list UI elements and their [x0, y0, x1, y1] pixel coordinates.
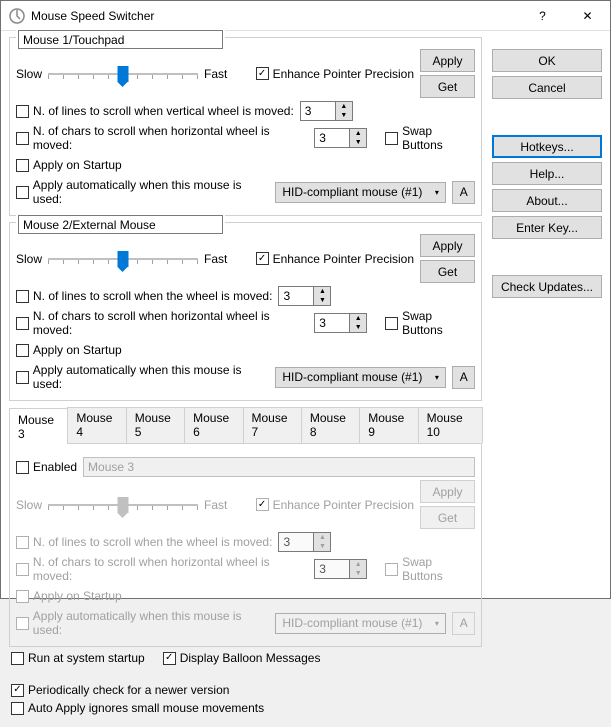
a-button[interactable]: A: [452, 181, 475, 204]
apply-button[interactable]: Apply: [420, 234, 475, 257]
lines-spinner: ▲▼: [278, 532, 331, 552]
speed-slider[interactable]: [48, 64, 198, 84]
lines-checkbox[interactable]: N. of lines to scroll when the wheel is …: [16, 289, 272, 303]
footer: Run at system startup Display Balloon Me…: [9, 647, 482, 701]
speed-slider: [48, 495, 198, 515]
down-arrow-icon: ▼: [336, 111, 352, 120]
enhance-precision-checkbox[interactable]: Enhance Pointer Precision: [256, 67, 414, 81]
get-button: Get: [420, 506, 475, 529]
device-combo[interactable]: HID-compliant mouse (#1)▾: [275, 367, 446, 388]
lines-spinner[interactable]: ▲▼: [300, 101, 353, 121]
tab-mouse4[interactable]: Mouse 4: [67, 407, 126, 443]
tab-mouse10[interactable]: Mouse 10: [418, 407, 483, 443]
tab-mouse5[interactable]: Mouse 5: [126, 407, 185, 443]
apply-startup-checkbox[interactable]: Apply on Startup: [16, 343, 122, 357]
slow-label: Slow: [16, 67, 42, 81]
lines-spinner[interactable]: ▲▼: [278, 286, 331, 306]
apply-startup-checkbox[interactable]: Apply on Startup: [16, 158, 122, 172]
mouse-tabs: Mouse 3 Mouse 4 Mouse 5 Mouse 6 Mouse 7 …: [9, 407, 482, 444]
apply-button: Apply: [420, 480, 475, 503]
get-button[interactable]: Get: [420, 260, 475, 283]
close-button[interactable]: ✕: [565, 1, 610, 31]
help-button[interactable]: ?: [520, 1, 565, 31]
mouse-name-input: [83, 457, 475, 477]
chars-spinner: ▲▼: [314, 559, 367, 579]
a-button: A: [452, 612, 475, 635]
chevron-down-icon: ▾: [428, 188, 445, 197]
get-button[interactable]: Get: [420, 75, 475, 98]
tab-mouse9[interactable]: Mouse 9: [359, 407, 418, 443]
window-title: Mouse Speed Switcher: [31, 9, 520, 23]
check-updates-button[interactable]: Check Updates...: [492, 275, 602, 298]
chars-checkbox: N. of chars to scroll when horizontal wh…: [16, 555, 308, 583]
autoapply-checkbox[interactable]: Auto Apply ignores small mouse movements: [11, 701, 264, 715]
main-window: Mouse Speed Switcher ? ✕ Slow Fast: [0, 0, 611, 599]
mouse1-name-input[interactable]: [18, 30, 223, 49]
hotkeys-button[interactable]: Hotkeys...: [492, 135, 602, 158]
help-button[interactable]: Help...: [492, 162, 602, 185]
mouse2-group: Slow Fast Enhance Pointer Precision Appl…: [9, 222, 482, 401]
run-startup-checkbox[interactable]: Run at system startup: [11, 651, 145, 665]
swap-buttons-checkbox[interactable]: Swap Buttons: [385, 124, 475, 152]
fast-label: Fast: [204, 67, 227, 81]
tab-content: Enabled Slow Fast Enhance Pointer Precis…: [9, 444, 482, 647]
lines-checkbox[interactable]: N. of lines to scroll when vertical whee…: [16, 104, 294, 118]
speed-slider[interactable]: [48, 249, 198, 269]
lines-checkbox: N. of lines to scroll when the wheel is …: [16, 535, 272, 549]
mouse2-name-input[interactable]: [18, 215, 223, 234]
tab-mouse7[interactable]: Mouse 7: [243, 407, 302, 443]
enhance-precision-checkbox[interactable]: Enhance Pointer Precision: [256, 252, 414, 266]
tab-mouse8[interactable]: Mouse 8: [301, 407, 360, 443]
apply-button[interactable]: Apply: [420, 49, 475, 72]
chars-checkbox[interactable]: N. of chars to scroll when horizontal wh…: [16, 309, 308, 337]
ok-button[interactable]: OK: [492, 49, 602, 72]
apply-startup-checkbox: Apply on Startup: [16, 589, 122, 603]
app-icon: [9, 8, 25, 24]
enabled-checkbox[interactable]: Enabled: [16, 460, 77, 474]
apply-auto-checkbox: Apply automatically when this mouse is u…: [16, 609, 269, 637]
tab-mouse6[interactable]: Mouse 6: [184, 407, 243, 443]
tab-mouse3[interactable]: Mouse 3: [9, 408, 68, 444]
device-combo: HID-compliant mouse (#1)▾: [275, 613, 446, 634]
device-combo[interactable]: HID-compliant mouse (#1)▾: [275, 182, 446, 203]
swap-buttons-checkbox: Swap Buttons: [385, 555, 475, 583]
periodic-check-checkbox[interactable]: Periodically check for a newer version: [11, 683, 229, 697]
apply-auto-checkbox[interactable]: Apply automatically when this mouse is u…: [16, 363, 269, 391]
about-button[interactable]: About...: [492, 189, 602, 212]
chars-checkbox[interactable]: N. of chars to scroll when horizontal wh…: [16, 124, 308, 152]
a-button[interactable]: A: [452, 366, 475, 389]
up-arrow-icon: ▲: [336, 102, 352, 111]
titlebar: Mouse Speed Switcher ? ✕: [1, 1, 610, 31]
enhance-precision-checkbox: Enhance Pointer Precision: [256, 498, 414, 512]
balloon-checkbox[interactable]: Display Balloon Messages: [163, 651, 321, 665]
chars-spinner[interactable]: ▲▼: [314, 313, 367, 333]
right-panel: OK Cancel Hotkeys... Help... About... En…: [492, 37, 602, 719]
apply-auto-checkbox[interactable]: Apply automatically when this mouse is u…: [16, 178, 269, 206]
swap-buttons-checkbox[interactable]: Swap Buttons: [385, 309, 475, 337]
cancel-button[interactable]: Cancel: [492, 76, 602, 99]
chars-spinner[interactable]: ▲▼: [314, 128, 367, 148]
mouse1-group: Slow Fast Enhance Pointer Precision Appl…: [9, 37, 482, 216]
enterkey-button[interactable]: Enter Key...: [492, 216, 602, 239]
